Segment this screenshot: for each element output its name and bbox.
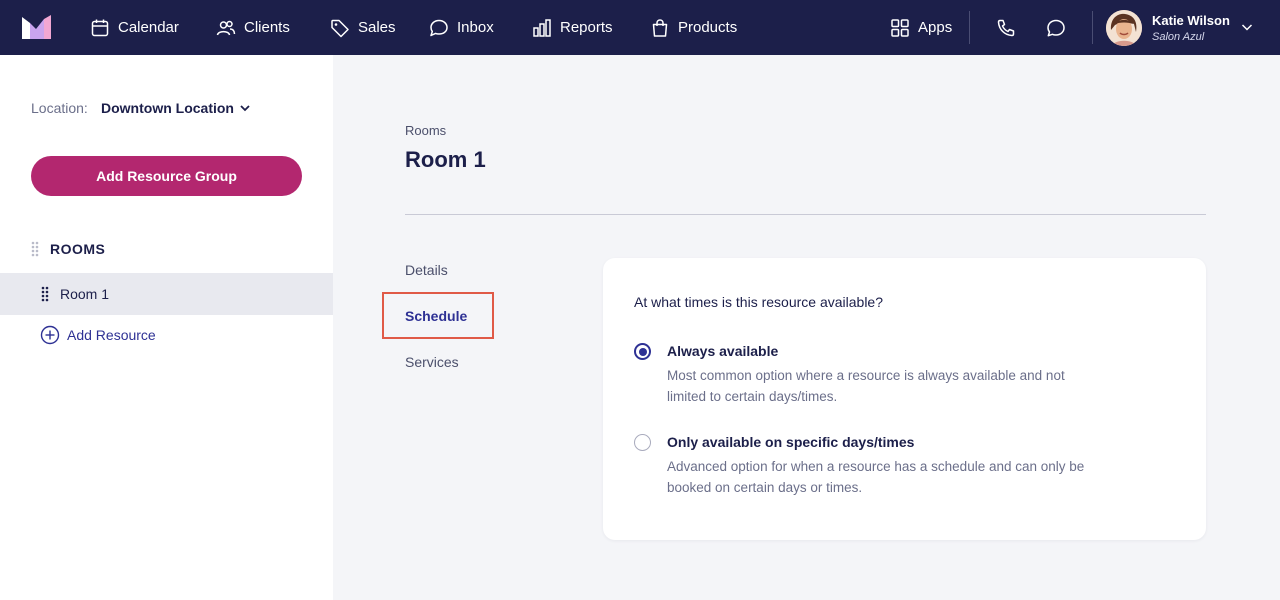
nav-apps[interactable]: Apps <box>890 0 952 55</box>
tab-services[interactable]: Services <box>405 354 459 370</box>
avatar[interactable] <box>1106 10 1142 46</box>
business-name: Salon Azul <box>1152 31 1205 43</box>
nav-reports-label: Reports <box>560 19 613 36</box>
chevron-down-icon[interactable] <box>1240 20 1254 34</box>
radio-specific-times[interactable] <box>634 434 651 451</box>
description-line: Most common option where a resource is a… <box>667 368 1065 383</box>
nav-divider <box>1092 11 1093 44</box>
resource-group-title: ROOMS <box>50 241 106 257</box>
nav-products[interactable]: Products <box>650 0 737 55</box>
drag-handle-icon[interactable] <box>41 286 49 302</box>
option-specific-times-label[interactable]: Only available on specific days/times <box>667 434 914 450</box>
option-specific-times-description: Advanced option for when a resource has … <box>667 456 1137 498</box>
phone-button[interactable] <box>996 0 1016 55</box>
page-title: Room 1 <box>405 147 486 172</box>
user-photo <box>1106 10 1142 46</box>
nav-calendar-label: Calendar <box>118 19 179 36</box>
description-line: limited to certain days/times. <box>667 389 838 404</box>
nav-inbox-label: Inbox <box>457 19 494 36</box>
add-resource-label: Add Resource <box>67 327 156 343</box>
nav-clients[interactable]: Clients <box>216 0 290 55</box>
clients-icon <box>216 20 236 35</box>
shopping-bag-icon <box>652 18 668 37</box>
nav-products-label: Products <box>678 19 738 36</box>
description-line: Advanced option for when a resource has … <box>667 459 1085 474</box>
divider <box>405 214 1206 215</box>
highlight-annotation <box>382 292 494 339</box>
location-selector[interactable]: Downtown Location <box>101 100 234 116</box>
inbox-icon <box>430 19 448 36</box>
chevron-down-icon[interactable] <box>239 102 251 114</box>
nav-reports[interactable]: Reports <box>532 0 613 55</box>
tag-icon <box>331 19 349 37</box>
availability-card: At what times is this resource available… <box>603 258 1206 540</box>
sidebar-item-label: Room 1 <box>60 286 110 302</box>
phone-icon <box>997 19 1015 36</box>
chat-bubble-icon <box>1047 19 1065 36</box>
option-always-available-description: Most common option where a resource is a… <box>667 365 1137 407</box>
nav-sales-label: Sales <box>358 19 396 36</box>
radio-always-available[interactable] <box>634 343 651 360</box>
availability-question: At what times is this resource available… <box>634 294 883 310</box>
drag-handle-icon[interactable] <box>31 241 39 257</box>
description-line: booked on certain days or times. <box>667 480 863 495</box>
nav-inbox[interactable]: Inbox <box>429 0 494 55</box>
add-resource-link[interactable]: Add Resource <box>40 325 156 345</box>
bar-chart-icon <box>533 18 551 37</box>
top-nav: Calendar Clients Sales Inbox Reports Pro… <box>0 0 1280 55</box>
user-name[interactable]: Katie Wilson <box>1152 13 1230 28</box>
tab-details[interactable]: Details <box>405 262 448 278</box>
nav-sales[interactable]: Sales <box>330 0 396 55</box>
calendar-icon <box>91 19 109 36</box>
sidebar-item-room-1[interactable]: Room 1 <box>0 273 333 315</box>
apps-grid-icon <box>891 18 909 37</box>
chat-button[interactable] <box>1046 0 1066 55</box>
add-resource-group-button[interactable]: Add Resource Group <box>31 156 302 196</box>
breadcrumb[interactable]: Rooms <box>405 123 446 138</box>
nav-apps-label: Apps <box>918 19 953 36</box>
sidebar: Location: Downtown Location Add Resource… <box>0 55 333 600</box>
app-logo-icon[interactable] <box>22 15 51 39</box>
plus-circle-icon <box>40 325 60 345</box>
nav-calendar[interactable]: Calendar <box>90 0 179 55</box>
location-label: Location: <box>31 100 88 116</box>
nav-divider <box>969 11 970 44</box>
nav-clients-label: Clients <box>244 19 290 36</box>
option-always-available-label[interactable]: Always available <box>667 343 778 359</box>
